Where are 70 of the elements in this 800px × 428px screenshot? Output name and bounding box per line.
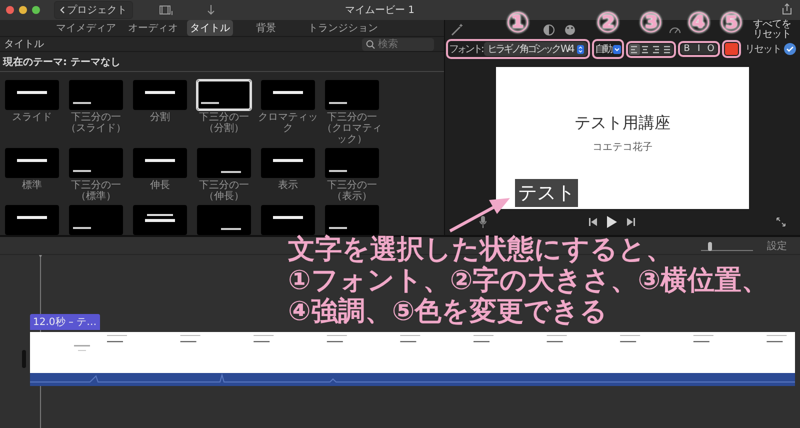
annotation-text: ①フォント、②字の大きさ、③横位置、 — [288, 265, 769, 296]
fullscreen-icon[interactable] — [776, 217, 786, 227]
preview-subtitle: コエテコ花子 — [592, 140, 652, 154]
annotation-text: ④強調、⑤色を変更できる — [288, 296, 608, 327]
alignment-button[interactable] — [650, 44, 662, 54]
browser-tab[interactable]: 背景 — [253, 20, 279, 36]
title-label: 下三分の一（表示） — [326, 180, 378, 202]
annotation-number: ① — [506, 8, 530, 38]
play-icon[interactable] — [606, 216, 616, 228]
style-toggle[interactable]: I — [692, 44, 705, 54]
annotation-text: 文字を選択した状態にすると、 — [288, 234, 673, 265]
browser-tab[interactable]: タイトル — [187, 20, 233, 36]
contrast-icon[interactable] — [542, 22, 556, 36]
back-button[interactable]: プロジェクト — [54, 1, 133, 19]
clip-label[interactable]: 12.0秒 – テ… — [30, 314, 100, 330]
search-icon — [366, 40, 375, 48]
annotation-arrow — [448, 197, 512, 233]
title-label: クロマティック — [257, 112, 319, 134]
title-label: 下三分の一（スライド） — [65, 112, 127, 134]
section-title: タイトル — [4, 38, 44, 51]
title-label: 伸長 — [149, 180, 171, 191]
browser-tab[interactable]: オーディオ — [125, 20, 181, 36]
skip-back-icon[interactable] — [588, 218, 596, 226]
browser-tab[interactable]: マイメディア — [53, 20, 119, 36]
search-field[interactable]: 検索 — [362, 38, 434, 50]
style-toggle[interactable]: O — [704, 44, 717, 54]
stepper-icon — [576, 44, 584, 54]
download-icon[interactable] — [207, 4, 215, 16]
title-label: 下三分の一（伸長） — [198, 180, 250, 202]
chevron-down-icon — [612, 44, 621, 54]
annotation-number: ③ — [638, 8, 663, 38]
window-title: マイムービー 1 — [345, 4, 415, 17]
reset-all-button[interactable]: すべてをリセット — [753, 20, 795, 40]
skip-forward-icon[interactable] — [626, 218, 634, 226]
align-center-icon — [642, 44, 648, 54]
align-left-icon — [631, 44, 638, 54]
title-label: スライド — [11, 112, 53, 123]
film-icon[interactable] — [159, 4, 175, 16]
chevron-left-icon — [60, 6, 65, 14]
title-label: 下三分の一（分割） — [198, 112, 250, 134]
title-label: 分割 — [149, 112, 171, 123]
checkmark-icon[interactable] — [784, 43, 796, 55]
font-label: フォント: — [449, 43, 482, 56]
style-toggle[interactable]: B — [680, 44, 693, 54]
title-label: 下三分の一（標準） — [70, 180, 122, 202]
color-swatch[interactable] — [724, 43, 738, 55]
settings-button[interactable]: 設定 — [767, 238, 787, 252]
reset-button[interactable]: リセット — [744, 42, 781, 56]
align-right-icon — [653, 44, 660, 54]
microphone-icon[interactable] — [479, 216, 487, 228]
slider-thumb[interactable] — [708, 242, 712, 250]
title-label: 標準 — [21, 180, 43, 191]
share-icon[interactable] — [782, 3, 792, 15]
title-label: 表示 — [277, 180, 299, 191]
annotation-number: ④ — [686, 8, 711, 38]
title-label: 下三分の一（クロマティック） — [321, 112, 383, 145]
zoom-slider[interactable] — [701, 242, 753, 250]
selected-text[interactable]: テスト — [515, 179, 578, 207]
preview-title: テスト用講座 — [574, 113, 670, 134]
size-dropdown[interactable]: 自動 — [594, 42, 621, 56]
magic-wand-icon[interactable] — [450, 22, 464, 36]
browser-tab[interactable]: トランジション — [305, 20, 381, 36]
alignment-button[interactable] — [640, 44, 651, 54]
annotation-number: ② — [596, 8, 620, 38]
alignment-button[interactable] — [662, 44, 673, 54]
annotation-number: ⑤ — [719, 8, 744, 38]
theme-label: 現在のテーマ: テーマなし — [0, 51, 444, 72]
justify-icon — [664, 44, 670, 54]
font-dropdown[interactable]: ヒラギノ角ゴシック W4 — [484, 42, 587, 56]
alignment-button[interactable] — [628, 44, 640, 54]
